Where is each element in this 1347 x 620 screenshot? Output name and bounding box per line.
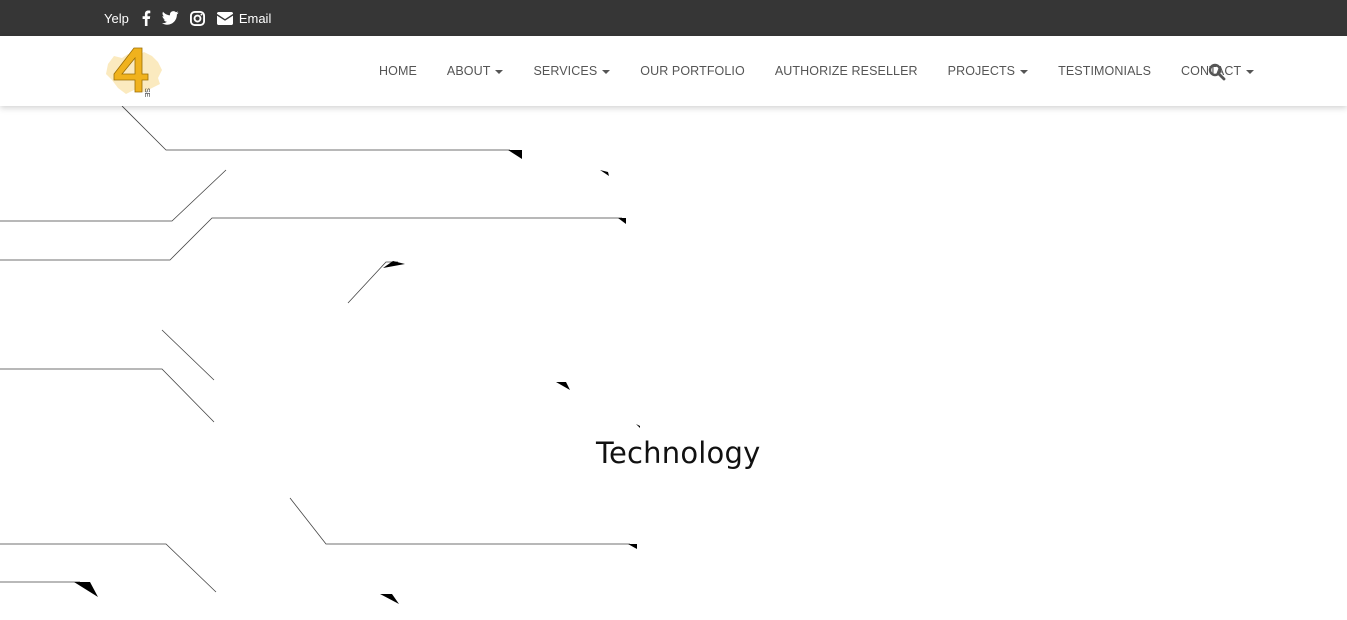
search-button[interactable]: [1208, 63, 1226, 81]
nav-testimonials-label: TESTIMONIALS: [1058, 64, 1152, 78]
twitter-icon: [161, 11, 179, 25]
instagram-icon: [189, 10, 205, 26]
caret-down-icon: [602, 69, 611, 74]
search-icon: [1208, 63, 1226, 81]
nav-projects[interactable]: PROJECTS: [933, 64, 1043, 78]
circuit-lines-graphic: [0, 106, 640, 604]
nav-services-label: SERVICES: [533, 64, 598, 78]
logo-graphic: SERV: [106, 47, 162, 107]
nav-authorize-reseller[interactable]: AUTHORIZE RESELLER: [760, 64, 933, 78]
hero-banner: Technology: [0, 106, 1347, 620]
main-menu: HOME ABOUT SERVICES OUR PORTFOLIO AUTHOR…: [364, 36, 1269, 106]
nav-testimonials[interactable]: TESTIMONIALS: [1043, 64, 1166, 78]
caret-down-icon: [1020, 69, 1029, 74]
nav-about-label: ABOUT: [446, 64, 491, 78]
yelp-label: Yelp: [104, 10, 129, 26]
nav-our-portfolio-label: OUR PORTFOLIO: [640, 64, 745, 78]
social-links: Yelp Email: [104, 0, 271, 36]
nav-home[interactable]: HOME: [364, 64, 432, 78]
caret-down-icon: [1246, 69, 1255, 74]
email-link[interactable]: Email: [216, 10, 272, 26]
nav-home-label: HOME: [379, 64, 417, 78]
nav-about[interactable]: ABOUT: [432, 64, 519, 78]
main-navbar: SERV HOME ABOUT SERVICES OUR PORTFOLIO A…: [0, 36, 1347, 107]
facebook-icon: [141, 10, 151, 26]
email-label: Email: [238, 10, 272, 26]
facebook-link[interactable]: [141, 10, 151, 26]
nav-authorize-reseller-label: AUTHORIZE RESELLER: [774, 64, 918, 78]
caret-down-icon: [495, 69, 504, 74]
nav-our-portfolio[interactable]: OUR PORTFOLIO: [625, 64, 760, 78]
instagram-link[interactable]: [189, 10, 205, 26]
nav-projects-label: PROJECTS: [947, 64, 1016, 78]
twitter-link[interactable]: [161, 11, 179, 25]
logo-text: SERV: [143, 88, 150, 98]
yelp-link[interactable]: Yelp: [104, 11, 129, 26]
site-logo[interactable]: SERV: [104, 44, 166, 107]
top-bar: Yelp Email: [0, 0, 1347, 36]
nav-services[interactable]: SERVICES: [518, 64, 625, 78]
envelope-icon: [216, 11, 233, 25]
hero-title: Technology: [596, 436, 761, 470]
